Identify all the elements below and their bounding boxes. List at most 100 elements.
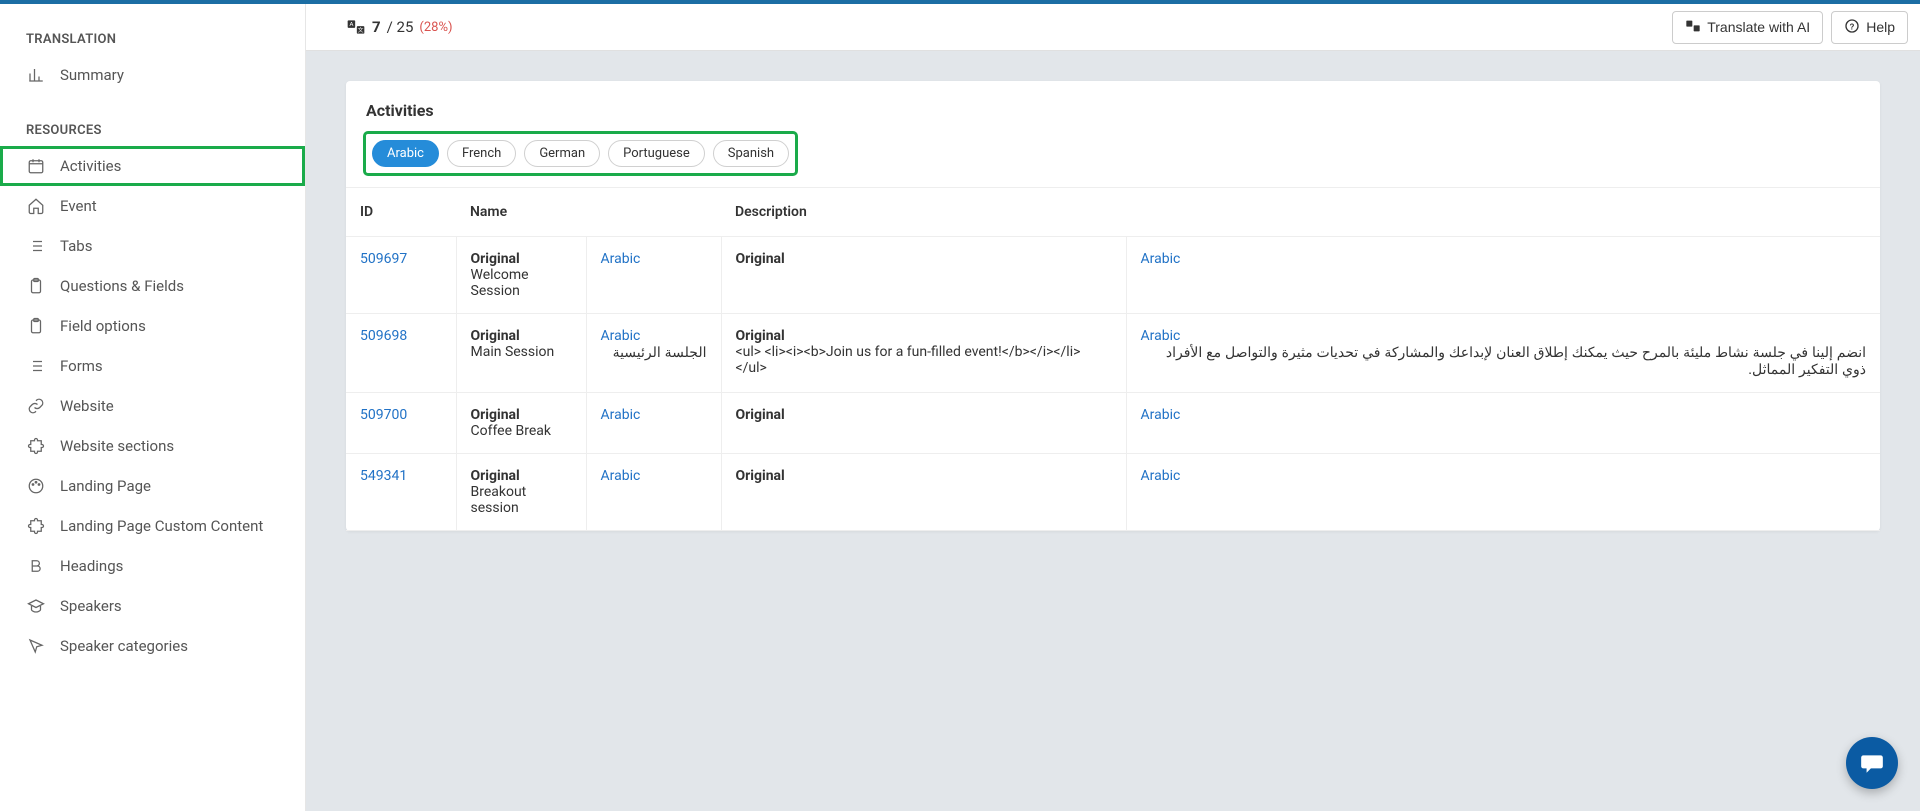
sidebar-item-label: Speakers (60, 597, 122, 615)
lang-link[interactable]: Arabic (1141, 407, 1867, 423)
lang-pill-french[interactable]: French (447, 140, 516, 167)
sidebar-section-title: TRANSLATION (0, 4, 305, 55)
bar-chart-icon (26, 65, 46, 85)
topbar-actions: Translate with AI ? Help (1672, 11, 1908, 44)
cell-desc-translated: Arabic (1126, 237, 1880, 314)
lang-pill-arabic[interactable]: Arabic (372, 140, 439, 167)
row-id-link[interactable]: 549341 (360, 468, 407, 484)
sidebar-item-label: Tabs (60, 237, 92, 255)
th-id: ID (346, 188, 456, 237)
sidebar-item-label: Website (60, 397, 114, 415)
home-icon (26, 196, 46, 216)
table-row: 509700 OriginalCoffee Break Arabic Original… (346, 393, 1880, 454)
cell-name-original: OriginalWelcome Session (456, 237, 586, 314)
row-id-link[interactable]: 509698 (360, 328, 407, 344)
help-button[interactable]: ? Help (1831, 11, 1908, 44)
lang-link[interactable]: Arabic (601, 328, 707, 344)
sidebar-item-label: Event (60, 197, 97, 215)
puzzle-icon (26, 436, 46, 456)
translate-icon: A文 (346, 17, 366, 37)
cell-name-translated: Arabic (586, 454, 721, 531)
lang-link[interactable]: Arabic (601, 251, 707, 267)
sidebar-item-landing-page[interactable]: Landing Page (0, 466, 305, 506)
sidebar-item-website-sections[interactable]: Website sections (0, 426, 305, 466)
table-row: 509697 OriginalWelcome Session Arabic Origi… (346, 237, 1880, 314)
sidebar-item-questions-fields[interactable]: Questions & Fields (0, 266, 305, 306)
lang-link[interactable]: Arabic (601, 468, 707, 484)
chat-icon (1859, 750, 1885, 776)
card-header: Activities Arabic French German Portuguese S… (346, 81, 1880, 187)
cell-desc-original: Original<ul> <li><i><b>Join us for a fun… (721, 314, 1126, 393)
sidebar-item-landing-page-custom-content[interactable]: Landing Page Custom Content (0, 506, 305, 546)
sidebar-item-headings[interactable]: Headings (0, 546, 305, 586)
help-label: Help (1866, 19, 1895, 35)
sidebar-item-forms[interactable]: Forms (0, 346, 305, 386)
lang-link[interactable]: Arabic (1141, 328, 1867, 344)
main-topbar: A文 7 / 25 (28%) Translate with AI ? H (306, 4, 1920, 51)
activities-card: Activities Arabic French German Portuguese S… (346, 81, 1880, 531)
list-icon (26, 356, 46, 376)
lang-link[interactable]: Arabic (601, 407, 707, 423)
lang-pill-spanish[interactable]: Spanish (713, 140, 789, 167)
sidebar-item-label: Headings (60, 557, 123, 575)
translation-progress: A文 7 / 25 (28%) (346, 17, 453, 37)
sidebar-item-label: Website sections (60, 437, 174, 455)
puzzle-icon (26, 516, 46, 536)
table-row: 549341OriginalBreakout sessionArabicOrig… (346, 454, 1880, 531)
svg-text:?: ? (1850, 22, 1855, 31)
translate-ai-label: Translate with AI (1707, 19, 1810, 35)
sidebar-item-label: Landing Page (60, 477, 151, 495)
cell-name-original: OriginalCoffee Break (456, 393, 586, 454)
language-filter-group: Arabic French German Portuguese Spanish (366, 134, 795, 173)
cell-desc-original: Original (721, 393, 1126, 454)
sidebar-item-label: Speaker categories (60, 637, 188, 655)
chat-widget-button[interactable] (1846, 737, 1898, 789)
sidebar-item-speakers[interactable]: Speakers (0, 586, 305, 626)
calendar-icon (26, 156, 46, 176)
cursor-icon (26, 636, 46, 656)
sidebar-section-title: RESOURCES (0, 95, 305, 146)
sidebar-item-field-options[interactable]: Field options (0, 306, 305, 346)
sidebar-item-speaker-categories[interactable]: Speaker categories (0, 626, 305, 666)
graduation-icon (26, 596, 46, 616)
clipboard-icon (26, 276, 46, 296)
th-description: Description (721, 188, 1880, 237)
sidebar-item-summary[interactable]: Summary (0, 55, 305, 95)
row-id-link[interactable]: 509700 (360, 407, 407, 423)
link-icon (26, 396, 46, 416)
lang-pill-german[interactable]: German (524, 140, 600, 167)
bold-icon (26, 556, 46, 576)
svg-text:A: A (349, 22, 353, 28)
lang-link[interactable]: Arabic (1141, 468, 1867, 484)
row-id-link[interactable]: 509697 (360, 251, 407, 267)
cell-desc-original: Original (721, 237, 1126, 314)
sidebar-item-label: Questions & Fields (60, 277, 184, 295)
th-name: Name (456, 188, 721, 237)
sidebar-item-label: Forms (60, 357, 103, 375)
sidebar-item-label: Landing Page Custom Content (60, 517, 263, 535)
progress-current: 7 (372, 18, 381, 36)
translate-icon (1685, 18, 1701, 37)
cell-name-original: OriginalMain Session (456, 314, 586, 393)
cell-desc-translated: Arabic (1126, 454, 1880, 531)
card-title: Activities (366, 101, 1860, 120)
main-content: A文 7 / 25 (28%) Translate with AI ? H (306, 4, 1920, 811)
lang-pill-portuguese[interactable]: Portuguese (608, 140, 705, 167)
sidebar-item-event[interactable]: Event (0, 186, 305, 226)
help-icon: ? (1844, 18, 1860, 37)
palette-icon (26, 476, 46, 496)
progress-percent: (28%) (419, 20, 452, 35)
cell-name-translated: Arabic (586, 237, 721, 314)
activities-table: ID Name Description 509697 OriginalWelcom… (346, 187, 1880, 531)
sidebar-item-tabs[interactable]: Tabs (0, 226, 305, 266)
sidebar-item-website[interactable]: Website (0, 386, 305, 426)
clipboard-icon (26, 316, 46, 336)
lang-link[interactable]: Arabic (1141, 251, 1867, 267)
sidebar-item-label: Activities (60, 157, 121, 175)
sidebar-item-activities[interactable]: Activities (0, 146, 305, 186)
table-row: 509698 OriginalMain SessionArabicالجلسة ا… (346, 314, 1880, 393)
translate-ai-button[interactable]: Translate with AI (1672, 11, 1823, 44)
cell-name-translated: Arabic (586, 393, 721, 454)
cell-desc-translated: Arabic (1126, 393, 1880, 454)
cell-name-translated: Arabicالجلسة الرئيسية (586, 314, 721, 393)
